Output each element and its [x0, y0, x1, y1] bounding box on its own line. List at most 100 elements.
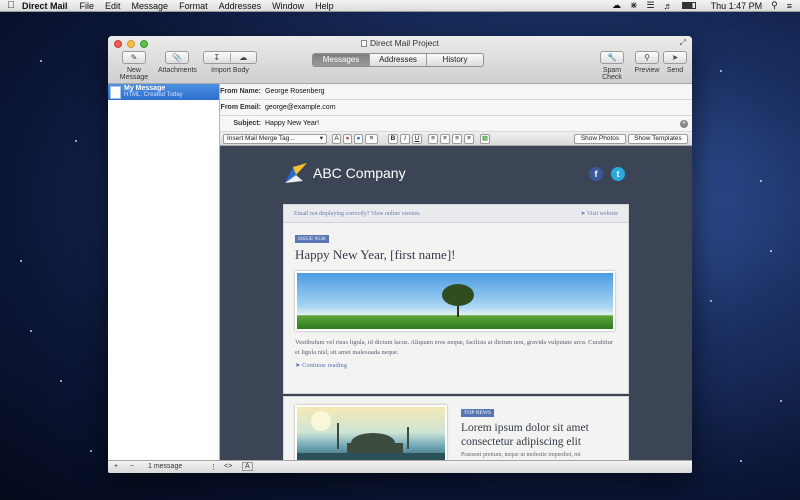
cloud-download-icon: ☁ — [239, 53, 248, 62]
resize-handle-icon[interactable]: ⋮ — [210, 463, 217, 471]
show-photos-button[interactable]: Show Photos — [574, 134, 626, 144]
from-email-field[interactable]: george@example.com — [265, 104, 336, 111]
menu-addresses[interactable]: Addresses — [219, 1, 262, 11]
from-email-row: From Email: george@example.com — [220, 100, 692, 116]
top-news-badge: TOP NEWS — [461, 409, 495, 417]
bluetooth-icon[interactable]: ⋇ — [630, 0, 638, 11]
paper-plane-icon: ➤ — [663, 51, 687, 64]
from-name-field[interactable]: George Rosenberg — [265, 88, 325, 95]
message-thumbnail — [110, 85, 121, 99]
menu-app-name[interactable]: Direct Mail — [22, 1, 68, 11]
mosque-image — [295, 405, 447, 460]
import-icon: ↧ — [204, 53, 231, 62]
attachments-button[interactable]: 📎 Attachments — [158, 51, 197, 74]
tab-addresses[interactable]: Addresses — [370, 54, 427, 66]
banner-image — [295, 271, 615, 331]
menu-format[interactable]: Format — [179, 1, 208, 11]
cloud-icon[interactable]: ☁ — [612, 0, 621, 11]
color-icon[interactable]: ● — [343, 134, 352, 144]
visit-website-link[interactable]: ➤ Visit website — [580, 210, 618, 217]
wifi-icon[interactable]: ☰ — [647, 0, 655, 11]
message-subtitle: HTML, Created Today — [124, 92, 183, 98]
email-card-main: Email not displaying correctly? View onl… — [283, 204, 629, 394]
magnifier-icon: ⚲ — [635, 51, 659, 64]
bold-button[interactable]: B — [388, 134, 398, 144]
show-templates-button[interactable]: Show Templates — [628, 134, 688, 144]
email-preview[interactable]: ABC Company f t Email not displaying cor… — [220, 146, 692, 460]
facebook-icon[interactable]: f — [589, 167, 603, 181]
message-list: My Message HTML, Created Today — [108, 84, 220, 460]
status-bar: + − 1 message ⋮ <> A — [108, 460, 692, 473]
list-item[interactable]: My Message HTML, Created Today — [108, 84, 219, 100]
mosque-illustration — [297, 411, 445, 460]
menu-help[interactable]: Help — [315, 1, 334, 11]
message-count: 1 message — [148, 463, 183, 470]
list-icon[interactable]: ≡ — [787, 1, 792, 11]
main-window: Direct Mail Project ⤢ ✎ New Message 📎 At… — [108, 36, 692, 473]
from-name-row: From Name: George Rosenberg — [220, 84, 692, 100]
issue-badge: ISSUE #536 — [295, 235, 329, 243]
merge-tag-select[interactable]: Insert Mail Merge Tag... ▾ — [223, 134, 327, 144]
message-header-fields: From Name: George Rosenberg From Email: … — [220, 84, 692, 132]
article-excerpt: Praesent pretium, neque ut molestie impe… — [461, 452, 581, 458]
twitter-icon[interactable]: t — [611, 167, 625, 181]
align-center-icon[interactable]: ≡ — [440, 134, 450, 144]
view-tabs: Messages Addresses History — [312, 53, 484, 67]
tree-illustration — [442, 284, 474, 317]
text-view-icon[interactable]: A — [242, 462, 253, 471]
spam-check-button[interactable]: 🔧 Spam Check — [592, 51, 632, 81]
align-right-icon[interactable]: ≡ — [452, 134, 462, 144]
compose-icon: ✎ — [122, 51, 146, 64]
from-email-label: From Email: — [220, 104, 261, 111]
view-online-link[interactable]: Email not displaying correctly? View onl… — [294, 211, 421, 217]
format-toolbar: Insert Mail Merge Tag... ▾ A ● ● ≡ B I U … — [220, 132, 692, 146]
palette-icon[interactable]: ▩ — [480, 134, 490, 144]
justify-icon[interactable]: ≡ — [464, 134, 474, 144]
menu-window[interactable]: Window — [272, 1, 304, 11]
send-button[interactable]: ➤ Send — [662, 51, 688, 74]
window-title: Direct Mail Project — [108, 38, 692, 48]
search-icon[interactable]: ⚲ — [771, 0, 778, 11]
italic-button[interactable]: I — [400, 134, 410, 144]
menu-file[interactable]: File — [80, 1, 95, 11]
list-format-icon[interactable]: ≡ — [365, 134, 378, 144]
clock[interactable]: Thu 1:47 PM — [711, 1, 763, 11]
import-body-button[interactable]: ↧ ☁ Import Body — [202, 51, 258, 74]
document-icon — [361, 40, 368, 47]
remove-button[interactable]: − — [130, 463, 134, 470]
menu-edit[interactable]: Edit — [105, 1, 121, 11]
battery-icon[interactable] — [681, 2, 696, 9]
menu-message[interactable]: Message — [132, 1, 169, 11]
underline-button[interactable]: U — [412, 134, 422, 144]
logo-star-icon — [285, 163, 307, 183]
add-button[interactable]: + — [114, 463, 118, 470]
tab-messages[interactable]: Messages — [313, 54, 370, 66]
subject-field[interactable]: Happy New Year! — [265, 120, 319, 127]
subject-label: Subject: — [233, 120, 261, 127]
fullscreen-icon[interactable]: ⤢ — [680, 38, 686, 48]
message-title: My Message — [124, 85, 166, 92]
continue-reading-link[interactable]: ➤ Continue reading — [295, 361, 617, 369]
align-left-icon[interactable]: ≡ — [428, 134, 438, 144]
article-title: Lorem ipsum dolor sit amet consectetur a… — [461, 422, 589, 448]
email-body-text: Vestibulum vel risus ligula, id dictum l… — [295, 339, 614, 356]
from-name-label: From Name: — [220, 88, 261, 95]
apple-icon[interactable]:  — [0, 0, 22, 11]
subject-row: Subject: Happy New Year! + — [220, 116, 692, 132]
font-icon[interactable]: A — [332, 134, 341, 144]
email-headline: Happy New Year, [first name]! — [295, 247, 456, 262]
link-icon[interactable]: ● — [354, 134, 363, 144]
volume-icon[interactable]: ♬ — [664, 1, 673, 11]
window-titlebar: Direct Mail Project ⤢ ✎ New Message 📎 At… — [108, 36, 692, 84]
preview-button[interactable]: ⚲ Preview — [634, 51, 660, 74]
new-message-button[interactable]: ✎ New Message — [114, 51, 154, 81]
code-view-icon[interactable]: <> — [224, 463, 232, 470]
chevron-down-icon: ▾ — [319, 135, 323, 142]
add-field-icon[interactable]: + — [680, 119, 688, 128]
menu-bar:  Direct Mail File Edit Message Format A… — [0, 0, 800, 12]
wrench-icon: 🔧 — [600, 51, 624, 64]
paperclip-icon: 📎 — [165, 51, 189, 64]
tab-history[interactable]: History — [427, 54, 483, 66]
company-logo: ABC Company — [283, 161, 406, 185]
email-card-secondary: TOP NEWS Lorem ipsum dolor sit amet cons… — [283, 396, 629, 460]
